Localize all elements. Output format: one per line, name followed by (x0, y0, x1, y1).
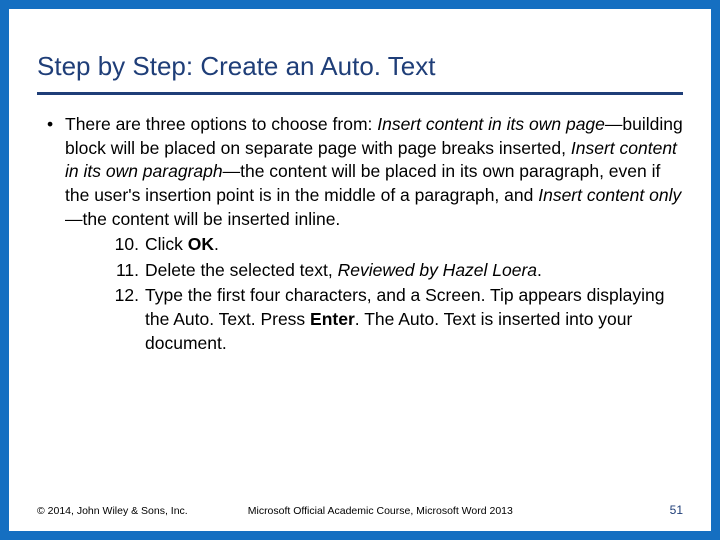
step-11: 11. Delete the selected text, Reviewed b… (111, 259, 683, 283)
step-number: 11. (111, 259, 139, 283)
step-text-bold: OK (188, 234, 214, 254)
intro-text-4: —the content will be inserted inline. (65, 209, 340, 229)
step-number: 10. (111, 233, 139, 257)
slide-title: Step by Step: Create an Auto. Text (37, 51, 683, 92)
intro-text-1: There are three options to choose from: (65, 114, 377, 134)
step-text-a: Delete the selected text, (145, 260, 338, 280)
step-text-c: . (214, 234, 219, 254)
footer-copyright: © 2014, John Wiley & Sons, Inc. (37, 505, 188, 517)
bullet-list: There are three options to choose from: … (41, 113, 683, 355)
intro-option-3: Insert content only (538, 185, 681, 205)
step-number: 12. (111, 284, 139, 308)
footer-course: Microsoft Official Academic Course, Micr… (248, 505, 513, 517)
steps-list: 10. Click OK. 11. Delete the selected te… (65, 233, 683, 355)
step-text-c: . (537, 260, 542, 280)
step-12: 12. Type the first four characters, and … (111, 284, 683, 355)
intro-option-1: Insert content in its own page (377, 114, 605, 134)
step-text-italic: Reviewed by Hazel Loera (338, 260, 537, 280)
step-text-bold: Enter (310, 309, 355, 329)
slide-body: There are three options to choose from: … (37, 113, 683, 355)
slide-footer: © 2014, John Wiley & Sons, Inc. Microsof… (9, 503, 711, 517)
footer-page-number: 51 (670, 503, 683, 517)
bullet-item: There are three options to choose from: … (41, 113, 683, 355)
step-10: 10. Click OK. (111, 233, 683, 257)
step-text-a: Click (145, 234, 188, 254)
slide: Step by Step: Create an Auto. Text There… (9, 9, 711, 531)
title-underline (37, 92, 683, 95)
